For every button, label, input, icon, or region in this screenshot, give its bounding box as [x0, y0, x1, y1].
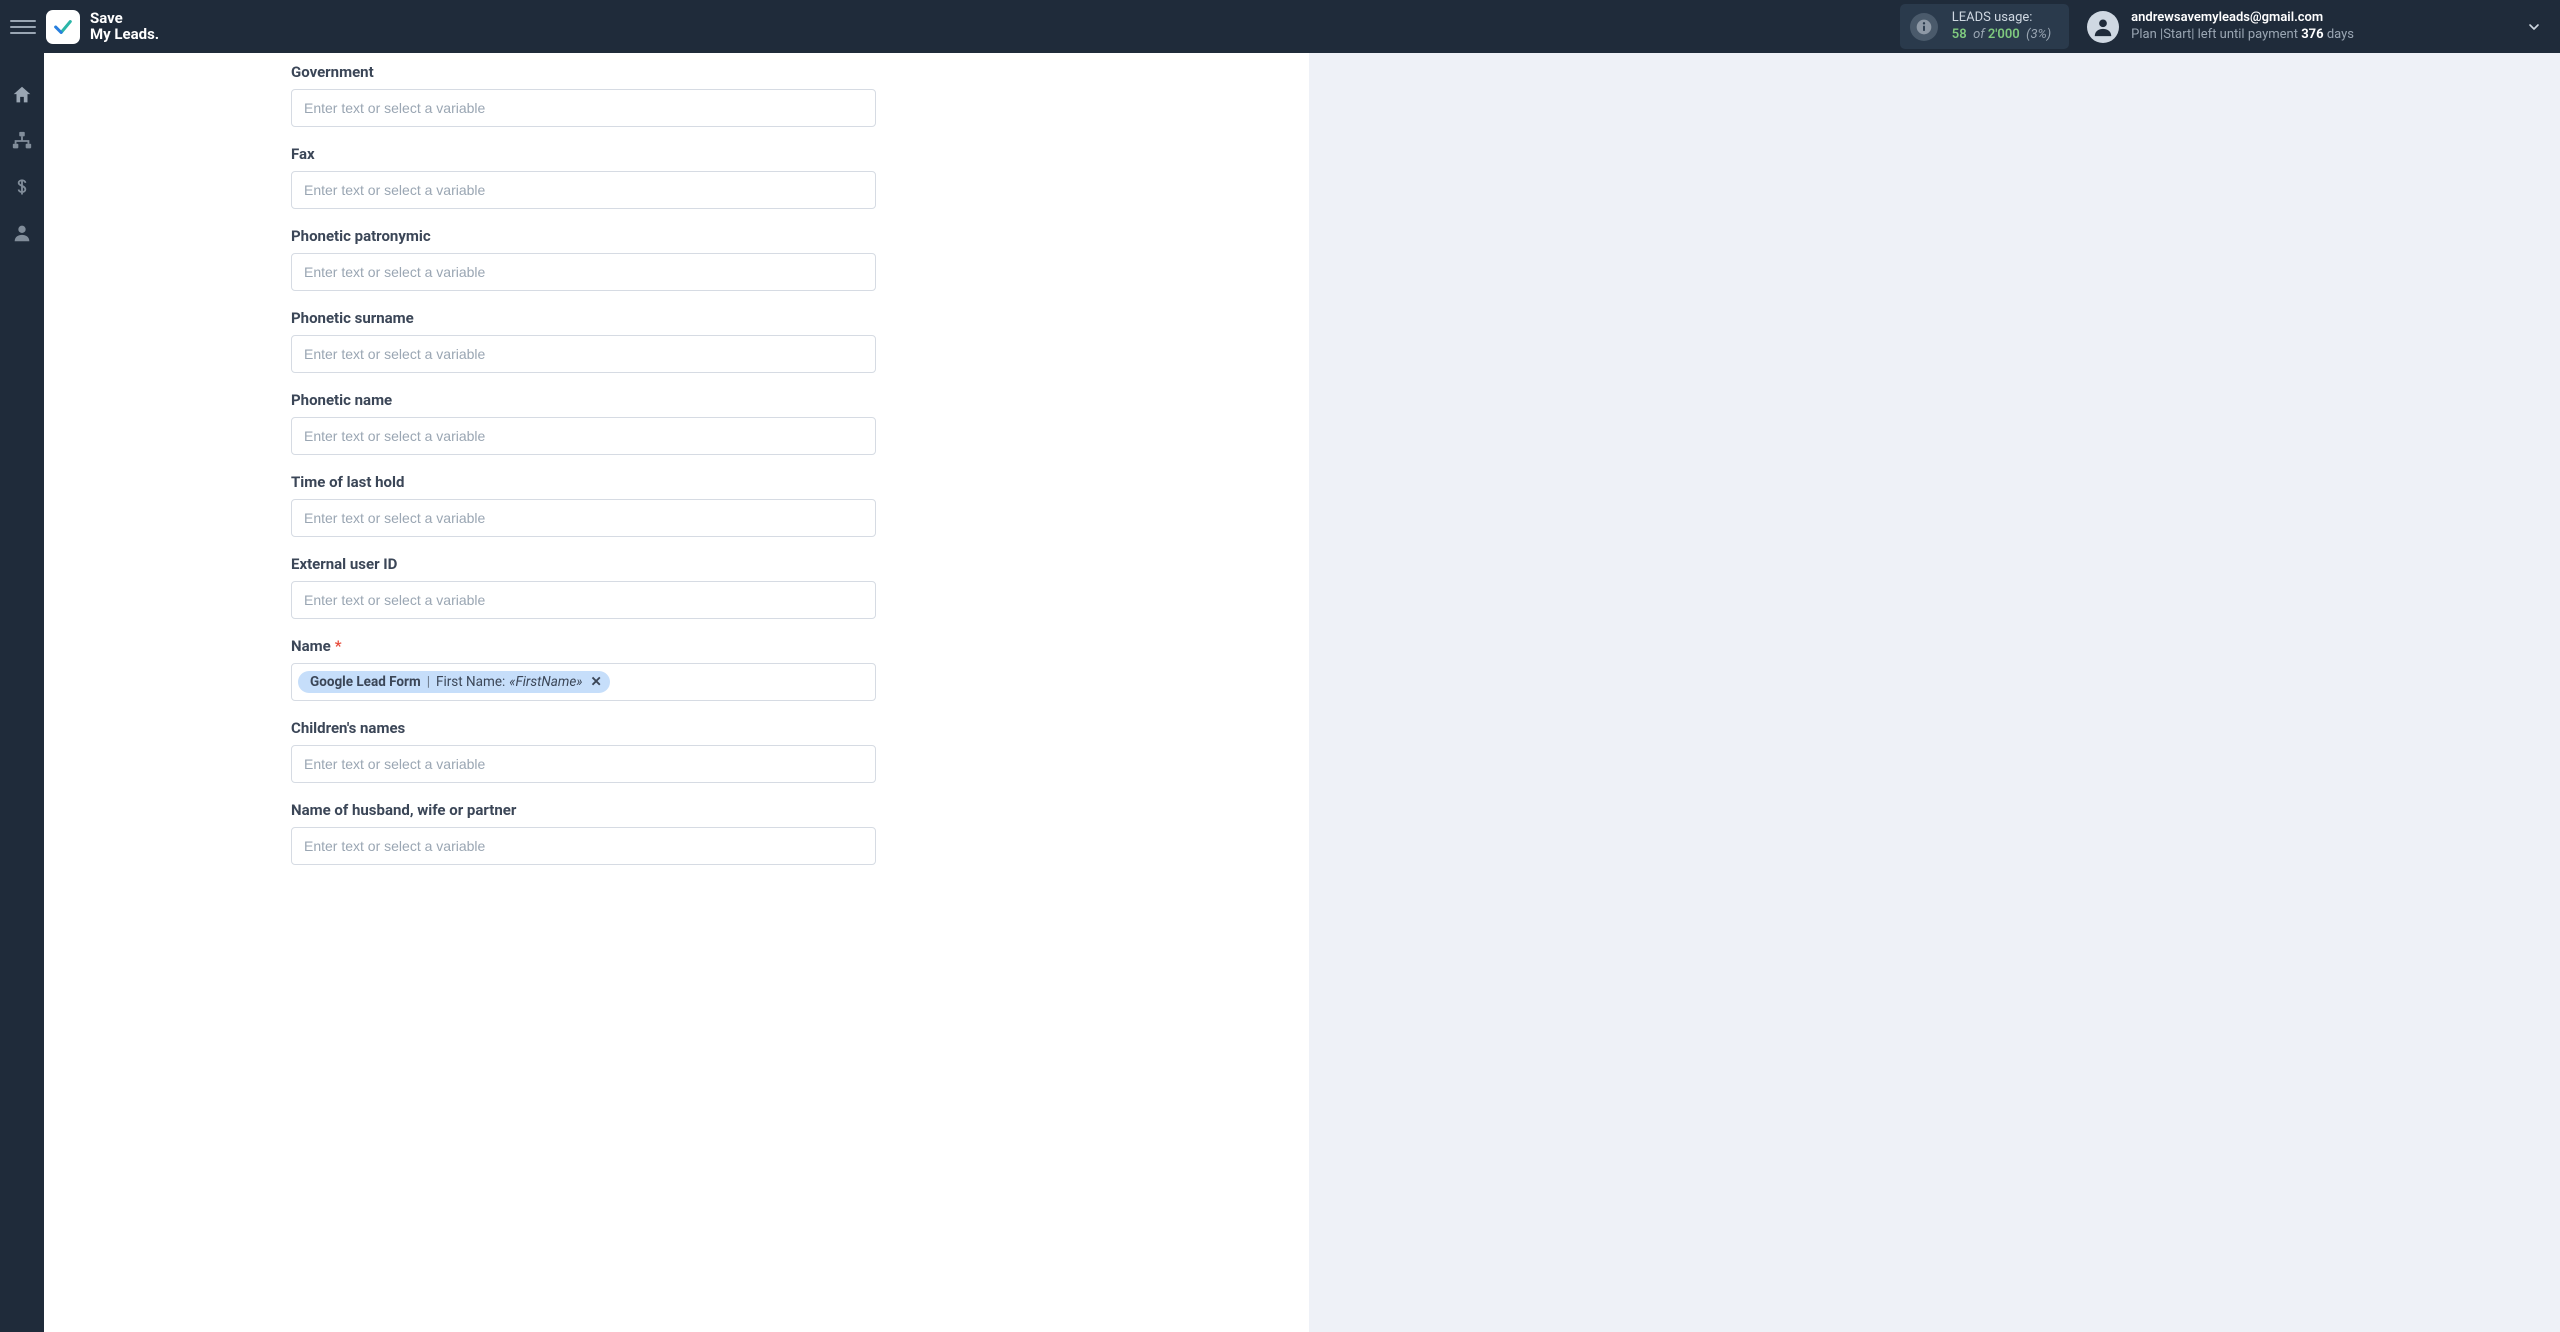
field-label: Phonetic patronymic	[291, 227, 874, 245]
variable-input[interactable]	[291, 827, 876, 865]
usage-title: LEADS usage:	[1952, 10, 2051, 26]
variable-input[interactable]	[291, 253, 876, 291]
field-label: Phonetic name	[291, 391, 874, 409]
brand-logo[interactable]: Save My Leads.	[46, 10, 159, 44]
checkmark-icon	[46, 10, 80, 44]
field-block: External user ID	[291, 555, 874, 619]
form-area: Government Fax Phonetic patronymic Phonetic…	[44, 53, 874, 865]
sitemap-icon[interactable]	[10, 129, 34, 153]
field-label: Government	[291, 63, 874, 81]
field-block: Phonetic patronymic	[291, 227, 874, 291]
remove-chip-icon[interactable]: ✕	[590, 674, 601, 690]
field-label: Phonetic surname	[291, 309, 874, 327]
field-label: Fax	[291, 145, 874, 163]
field-block: Government	[291, 63, 874, 127]
variable-input[interactable]	[291, 335, 876, 373]
variable-input[interactable]	[291, 499, 876, 537]
field-block: Children's names	[291, 719, 874, 783]
info-icon	[1910, 13, 1938, 41]
chevron-down-icon[interactable]	[2526, 19, 2542, 35]
required-star-icon: *	[335, 637, 342, 655]
home-icon[interactable]	[10, 83, 34, 107]
variable-input[interactable]	[291, 581, 876, 619]
variable-input[interactable]	[291, 89, 876, 127]
variable-input[interactable]	[291, 417, 876, 455]
left-nav	[0, 53, 44, 1332]
variable-input[interactable]: Google Lead Form | First Name: «FirstNam…	[291, 663, 876, 701]
variable-chip[interactable]: Google Lead Form | First Name: «FirstNam…	[298, 671, 610, 693]
field-block: Phonetic name	[291, 391, 874, 455]
field-label: Name of husband, wife or partner	[291, 801, 874, 819]
brand-name: Save My Leads.	[90, 11, 159, 43]
content-card: Government Fax Phonetic patronymic Phonetic…	[44, 53, 1309, 1332]
field-label: Name*	[291, 637, 874, 655]
field-block: Time of last hold	[291, 473, 874, 537]
avatar-icon	[2087, 11, 2119, 43]
dollar-icon[interactable]	[10, 175, 34, 199]
field-label: Time of last hold	[291, 473, 874, 491]
menu-toggle-icon[interactable]	[10, 14, 36, 40]
field-block: Fax	[291, 145, 874, 209]
field-label: External user ID	[291, 555, 874, 573]
field-label: Children's names	[291, 719, 874, 737]
account-menu[interactable]: andrewsavemyleads@gmail.com Plan |Start|…	[2087, 10, 2542, 44]
app-header: Save My Leads. LEADS usage: 58 of 2'000 …	[0, 0, 2560, 53]
field-block: Phonetic surname	[291, 309, 874, 373]
field-block: Name* Google Lead Form | First Name: «Fir…	[291, 637, 874, 701]
account-email: andrewsavemyleads@gmail.com	[2131, 10, 2354, 27]
main-content: Government Fax Phonetic patronymic Phonetic…	[44, 0, 2560, 1332]
usage-values: 58 of 2'000 (3%)	[1952, 27, 2051, 43]
user-icon[interactable]	[10, 221, 34, 245]
variable-input[interactable]	[291, 745, 876, 783]
field-block: Name of husband, wife or partner	[291, 801, 874, 865]
variable-input[interactable]	[291, 171, 876, 209]
leads-usage-box[interactable]: LEADS usage: 58 of 2'000 (3%)	[1900, 4, 2069, 49]
account-plan: Plan |Start| left until payment 376 days	[2131, 27, 2354, 44]
